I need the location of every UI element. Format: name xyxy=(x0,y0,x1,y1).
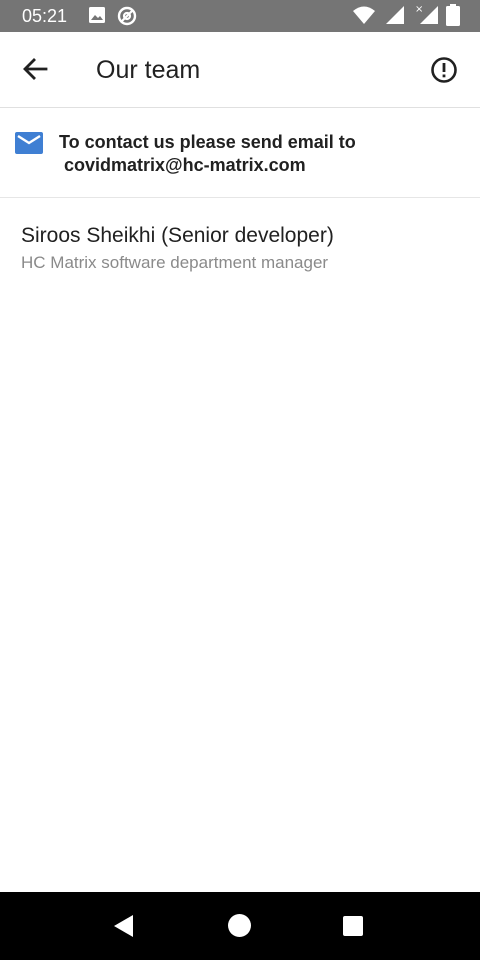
signal-icon xyxy=(386,6,404,24)
status-bar: 05:21 × xyxy=(0,0,480,32)
mail-icon xyxy=(15,132,43,154)
contact-instruction: To contact us please send email to xyxy=(59,132,356,152)
status-time: 05:21 xyxy=(22,6,68,26)
back-triangle-icon[interactable] xyxy=(112,914,136,938)
page-title: Our team xyxy=(96,56,201,84)
contact-info: To contact us please send email to covid… xyxy=(0,108,480,198)
home-circle-icon[interactable] xyxy=(227,913,252,938)
signal-no-data-icon: × xyxy=(415,4,438,24)
battery-icon xyxy=(446,4,460,26)
member-role: HC Matrix software department manager xyxy=(21,253,329,272)
recents-square-icon[interactable] xyxy=(343,916,363,936)
at-sign-icon xyxy=(117,6,137,26)
arrow-back-icon[interactable] xyxy=(18,52,52,86)
contact-email[interactable]: covidmatrix@hc-matrix.com xyxy=(64,155,306,175)
member-name: Siroos Sheikhi (Senior developer) xyxy=(21,224,334,247)
svg-text:×: × xyxy=(415,4,423,15)
info-circle-icon[interactable] xyxy=(426,52,462,88)
image-icon xyxy=(89,7,105,23)
app-bar: Our team xyxy=(0,32,480,108)
navigation-bar xyxy=(0,892,480,960)
list-item[interactable]: Siroos Sheikhi (Senior developer) HC Mat… xyxy=(0,198,480,284)
wifi-icon xyxy=(353,6,375,24)
